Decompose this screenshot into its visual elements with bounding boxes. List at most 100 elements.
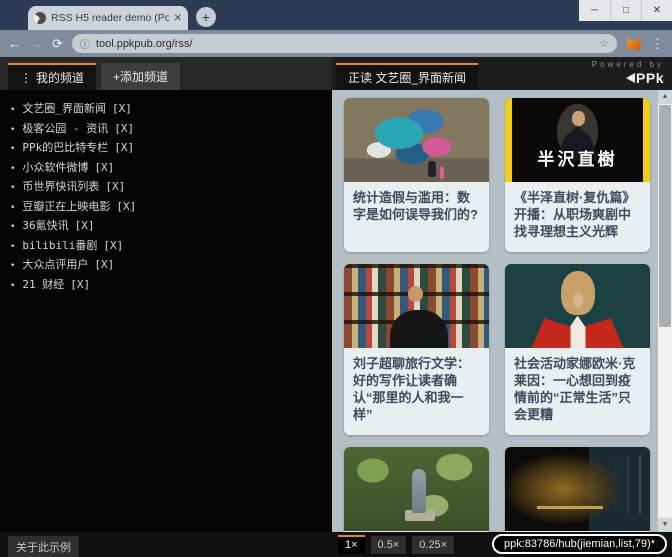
article-title: 刘子超聊旅行文学：好的写作让读者确认“那里的人和我一样”	[344, 348, 489, 435]
reading-channel-tab[interactable]: 正读 文艺圈_界面新闻	[336, 63, 478, 90]
about-demo-button[interactable]: 关于此示例	[8, 536, 79, 557]
channel-link[interactable]: bilibili番剧	[22, 239, 97, 252]
scroll-down-icon[interactable]: ▼	[658, 518, 672, 532]
metamask-fox-icon[interactable]	[626, 37, 642, 51]
article-card[interactable]: 统计造假与滥用：数字是如何误导我们的?	[344, 98, 489, 252]
forward-icon[interactable]: →	[30, 36, 43, 51]
channel-item: • 极客公园 - 资讯 [X]	[10, 120, 322, 140]
remove-channel-link[interactable]: [X]	[114, 141, 134, 154]
tab-close-icon[interactable]: ✕	[174, 13, 182, 24]
new-tab-button[interactable]: +	[196, 7, 216, 27]
bottom-bar: 关于此示例 1× 0.5× 0.25× ppk:83786/hub(jiemia…	[0, 532, 672, 557]
zoom-controls: 1× 0.5× 0.25×	[338, 532, 454, 557]
channel-item: • 36氪快讯 [X]	[10, 217, 322, 237]
article-card[interactable]: 社会活动家娜欧米·克莱因：一心想回到疫情前的“正常生活”只会更糟	[505, 264, 650, 435]
scroll-up-icon[interactable]: ▲	[658, 90, 672, 104]
browser-menu-icon[interactable]: ⋮	[651, 36, 664, 52]
ppk-brand: Powered by PPk	[592, 60, 664, 86]
my-channels-button[interactable]: ⋮ 我的频道	[8, 63, 96, 90]
bullet-icon: •	[10, 281, 15, 291]
remove-channel-link[interactable]: [X]	[70, 278, 90, 291]
zoom-05x-button[interactable]: 0.5×	[371, 536, 407, 554]
close-button[interactable]: ✕	[641, 0, 672, 21]
bullet-icon: •	[10, 164, 15, 174]
title-bar: RSS H5 reader demo (Powere ✕ + ─ □ ✕	[0, 0, 672, 30]
channel-link[interactable]: 豆瓣正在上映电影	[22, 200, 110, 213]
article-image-graffiti-mural	[344, 98, 489, 182]
scrollbar-thumb[interactable]	[659, 105, 671, 327]
remove-channel-link[interactable]: [X]	[94, 161, 114, 174]
article-image-author-bookshelf	[344, 264, 489, 348]
zoom-1x-button[interactable]: 1×	[338, 535, 365, 554]
tab-title: RSS H5 reader demo (Powere	[51, 12, 169, 24]
channel-item: • 豆瓣正在上映电影 [X]	[10, 198, 322, 218]
remove-channel-link[interactable]: [X]	[112, 102, 132, 115]
article-image-hanzawa-naoki-poster: 半沢直樹	[505, 98, 650, 182]
app-header: ⋮ 我的频道 +添加频道 正读 文艺圈_界面新闻 Powered by PPk	[0, 57, 672, 90]
favicon-icon	[34, 12, 46, 24]
article-title: 统计造假与滥用：数字是如何误导我们的?	[344, 182, 489, 235]
bullet-icon: •	[10, 144, 15, 154]
channel-item: • 21 财经 [X]	[10, 276, 322, 296]
channel-link[interactable]: PPk的巴比特专栏	[22, 141, 108, 154]
remove-channel-link[interactable]: [X]	[116, 200, 136, 213]
bullet-icon: •	[10, 203, 15, 213]
remove-channel-link[interactable]: [X]	[105, 180, 125, 193]
reload-icon[interactable]: ⟳	[52, 36, 63, 52]
bullet-icon: •	[10, 125, 15, 135]
article-title: 社会活动家娜欧米·克莱因：一心想回到疫情前的“正常生活”只会更糟	[505, 348, 650, 435]
remove-channel-link[interactable]: [X]	[103, 239, 123, 252]
zoom-025x-button[interactable]: 0.25×	[412, 536, 454, 554]
remove-channel-link[interactable]: [X]	[94, 258, 114, 271]
channel-list: • 文艺圈_界面新闻 [X] • 极客公园 - 资讯 [X] • PPk的巴比特专栏 [X]…	[0, 90, 332, 532]
back-icon[interactable]: ←	[8, 36, 21, 51]
channel-item: • 文艺圈_界面新闻 [X]	[10, 100, 322, 120]
remove-channel-link[interactable]: [X]	[75, 219, 95, 232]
article-card-grid: 统计造假与滥用：数字是如何误导我们的? 半沢直樹 《半泽直树·复仇篇》开播：从职…	[332, 90, 672, 532]
bullet-icon: •	[10, 222, 15, 232]
bullet-icon: •	[10, 261, 15, 271]
article-card[interactable]: 刘子超聊旅行文学：好的写作让读者确认“那里的人和我一样”	[344, 264, 489, 435]
channel-link[interactable]: 币世界快讯列表	[22, 180, 99, 193]
add-channel-button[interactable]: +添加频道	[101, 63, 180, 90]
maximize-button[interactable]: □	[610, 0, 641, 21]
channel-link[interactable]: 文艺圈_界面新闻	[22, 102, 106, 115]
my-channels-label: 我的频道	[36, 69, 84, 86]
channel-link[interactable]: 36氪快讯	[22, 219, 68, 232]
channel-item: •币世界快讯列表[X]	[10, 178, 322, 198]
channel-link[interactable]: 极客公园 - 资讯	[22, 122, 108, 135]
browser-tab[interactable]: RSS H5 reader demo (Powere ✕	[28, 6, 188, 30]
channel-link[interactable]: 大众点评用户	[22, 258, 88, 271]
feed-scrollbar[interactable]: ▲ ▼	[658, 90, 672, 532]
browser-toolbar: ← → ⟳ ⓘ tool.ppkpub.org/rss/ ☆ ⋮	[0, 30, 672, 57]
article-image-naomi-klein-portrait	[505, 264, 650, 348]
window-controls: ─ □ ✕	[579, 0, 672, 21]
bullet-icon: •	[10, 242, 15, 252]
channel-item: • 大众点评用户 [X]	[10, 256, 322, 276]
channel-item: • 小众软件微博 [X]	[10, 159, 322, 179]
article-card[interactable]: 《奥州小道》：松尾芭	[344, 447, 489, 532]
ppk-triangle-icon	[626, 73, 635, 83]
article-feed-panel: 统计造假与滥用：数字是如何误导我们的? 半沢直樹 《半泽直树·复仇篇》开播：从职…	[332, 90, 672, 532]
minimize-button[interactable]: ─	[579, 0, 610, 21]
ppk-logo-text: PPk	[636, 70, 664, 87]
url-text[interactable]: tool.ppkpub.org/rss/	[96, 38, 593, 50]
article-card[interactable]: 居家工作的日子里，你	[505, 447, 650, 532]
channel-link[interactable]: 小众软件微博	[22, 161, 88, 174]
content-area: • 文艺圈_界面新闻 [X] • 极客公园 - 资讯 [X] • PPk的巴比特专栏 [X]…	[0, 90, 672, 532]
poster-title-text: 半沢直樹	[505, 145, 650, 170]
ppk-address-chip[interactable]: ppk:83786/hub(jiemian,list,79)*	[492, 534, 667, 554]
bookmark-star-icon[interactable]: ☆	[599, 37, 609, 50]
channel-item: • bilibili番剧 [X]	[10, 237, 322, 257]
article-title: 《半泽直树·复仇篇》开播：从职场爽剧中找寻理想主义光辉	[505, 182, 650, 252]
article-card[interactable]: 半沢直樹 《半泽直树·复仇篇》开播：从职场爽剧中找寻理想主义光辉	[505, 98, 650, 252]
channel-link[interactable]: 21 财经	[22, 278, 64, 291]
list-icon: ⋮	[20, 71, 32, 85]
article-image-statue-forest	[344, 447, 489, 531]
app-header-left: ⋮ 我的频道 +添加频道	[0, 57, 332, 90]
site-info-icon[interactable]: ⓘ	[80, 36, 90, 51]
address-bar[interactable]: ⓘ tool.ppkpub.org/rss/ ☆	[72, 34, 617, 53]
remove-channel-link[interactable]: [X]	[114, 122, 134, 135]
bullet-icon: •	[10, 105, 15, 115]
ppk-logo: PPk	[592, 70, 664, 87]
